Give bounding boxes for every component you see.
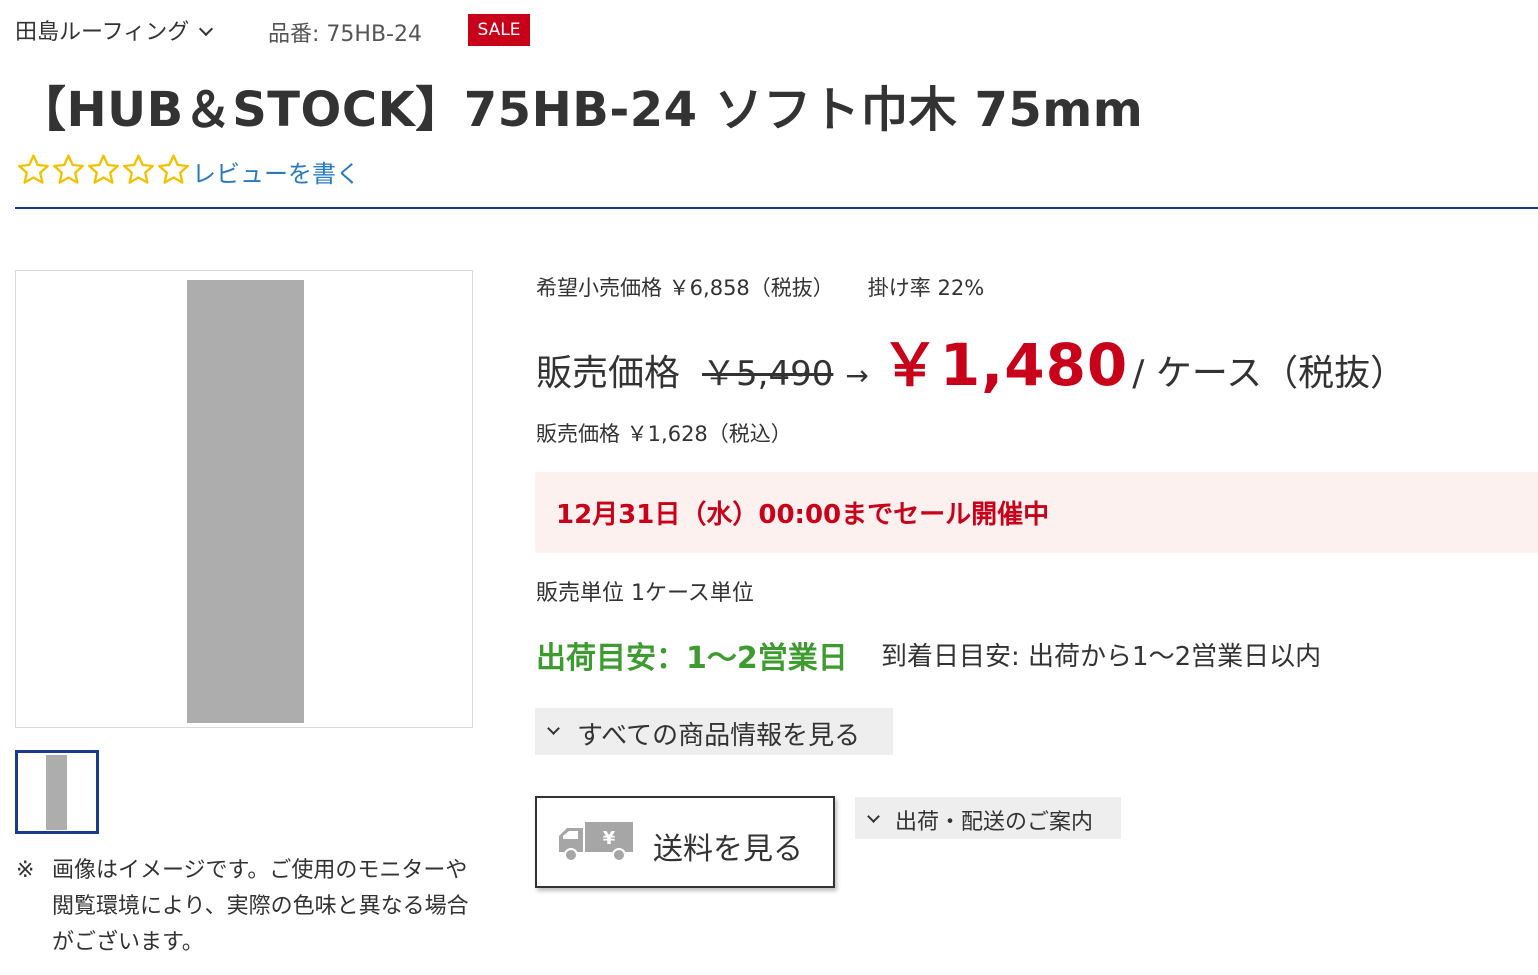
all-info-label: すべての商品情報を見る bbox=[577, 721, 861, 751]
brand-link[interactable]: 田島ルーフィング bbox=[15, 14, 214, 46]
old-price: ￥5,490 bbox=[702, 354, 834, 394]
chevron-down-icon bbox=[547, 722, 560, 735]
chevron-down-icon bbox=[867, 810, 880, 823]
tax-included-price: 販売価格 ￥1,628（税込） bbox=[536, 422, 792, 446]
sale-period-banner: 12月31日（水）00:00までセール開催中 bbox=[535, 472, 1538, 553]
thumbnail-image bbox=[46, 755, 67, 830]
price-unit: / ケース（税抜） bbox=[1132, 353, 1407, 394]
discount-rate: 掛け率 22% bbox=[867, 276, 985, 300]
note-text: 画像はイメージです。ご使用のモニターや閲覧環境により、実際の色味と異なる場合がご… bbox=[52, 858, 469, 955]
arrival-estimate: 到着日目安: 出荷から1〜2営業日以内 bbox=[881, 642, 1322, 672]
star-icon[interactable] bbox=[51, 152, 86, 187]
star-icon[interactable] bbox=[86, 152, 121, 187]
delivery-truck-icon: ¥ bbox=[559, 822, 633, 862]
shipping-fee-label: 送料を見る bbox=[653, 832, 803, 867]
image-disclaimer: ※ 画像はイメージです。ご使用のモニターや閲覧環境により、実際の色味と異なる場合が… bbox=[16, 853, 476, 961]
sale-price: ￥1,480 bbox=[880, 331, 1129, 399]
sale-badge: SALE bbox=[468, 14, 530, 46]
arrow-icon: → bbox=[845, 359, 869, 392]
price-row: 販売価格 ￥5,490 → ￥1,480 / ケース（税抜） bbox=[536, 318, 1406, 402]
rating-stars[interactable] bbox=[16, 152, 191, 187]
product-image-baseboard bbox=[187, 280, 304, 723]
product-sku: 品番: 75HB-24 bbox=[268, 22, 422, 47]
brand-name: 田島ルーフィング bbox=[15, 20, 190, 45]
star-icon[interactable] bbox=[156, 152, 191, 187]
header-divider bbox=[15, 207, 1538, 209]
all-product-info-toggle[interactable]: すべての商品情報を見る bbox=[535, 708, 893, 755]
sale-period-text: 12月31日（水）00:00までセール開催中 bbox=[556, 500, 1050, 530]
svg-text:¥: ¥ bbox=[603, 828, 616, 849]
sales-unit: 販売単位 1ケース単位 bbox=[536, 581, 754, 606]
shipping-fee-button[interactable]: ¥ 送料を見る bbox=[535, 796, 835, 888]
delivery-guide-toggle[interactable]: 出荷・配送のご案内 bbox=[855, 797, 1121, 839]
note-mark: ※ bbox=[16, 858, 35, 883]
chevron-down-icon bbox=[199, 21, 214, 37]
write-review-link[interactable]: レビューを書く bbox=[192, 154, 360, 189]
product-thumbnail[interactable] bbox=[15, 750, 99, 834]
product-main-image[interactable] bbox=[15, 270, 473, 728]
delivery-guide-label: 出荷・配送のご案内 bbox=[895, 810, 1094, 835]
list-price: 希望小売価格 ￥6,858（税抜） bbox=[536, 276, 834, 300]
list-price-row: 希望小売価格 ￥6,858（税抜） 掛け率 22% bbox=[536, 272, 984, 302]
product-title: 【HUB＆STOCK】75HB-24 ソフト巾木 75mm bbox=[18, 82, 1144, 138]
shipping-estimate: 出荷目安：1〜2営業日 bbox=[536, 641, 848, 676]
star-icon[interactable] bbox=[16, 152, 51, 187]
star-icon[interactable] bbox=[121, 152, 156, 187]
price-label: 販売価格 bbox=[536, 353, 681, 394]
